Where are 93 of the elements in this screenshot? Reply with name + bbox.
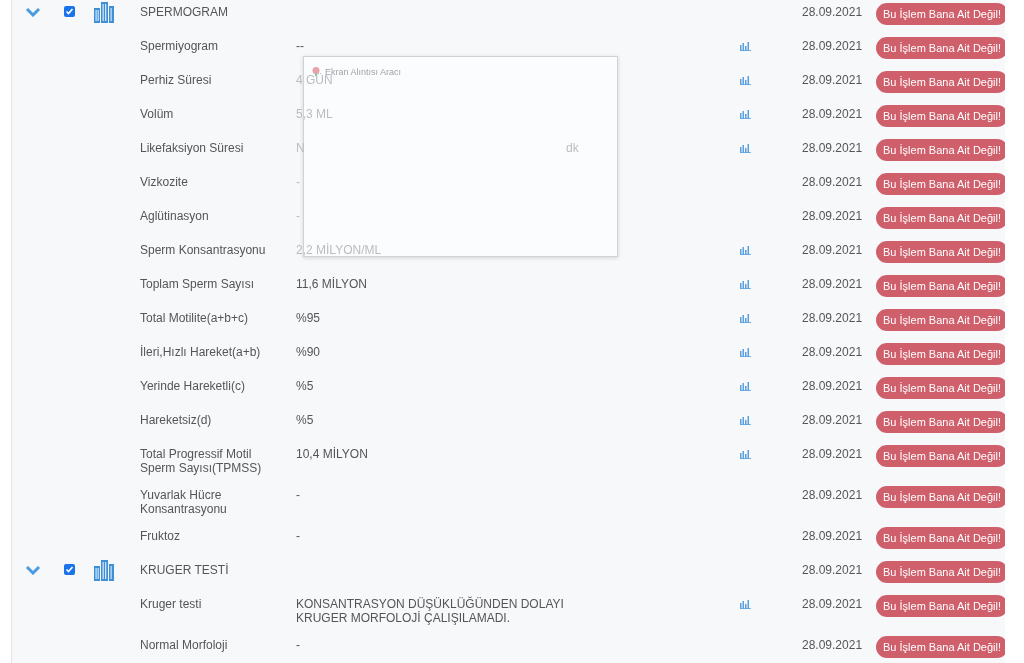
chevron-icon[interactable] [25, 565, 41, 575]
date-text: 28.09.2021 [802, 447, 864, 463]
test-name: Toplam Sperm Sayısı [140, 277, 256, 293]
date-text: 28.09.2021 [802, 175, 864, 191]
result-value: -- [296, 39, 305, 53]
result-value: N [296, 141, 306, 155]
bar-chart-icon[interactable] [740, 42, 751, 51]
test-name: Perhiz Süresi [140, 73, 213, 89]
date-text: 28.09.2021 [802, 413, 864, 429]
bar-chart-icon[interactable] [740, 450, 751, 459]
test-name: Kruger testi [140, 597, 203, 613]
test-name: Yerinde Hareketli(c) [140, 379, 246, 395]
bar-chart-icon[interactable] [740, 314, 751, 323]
test-name: Aglütinasyon [140, 209, 210, 225]
test-name: Yuvarlak Hücre Konsantrasyonu [140, 488, 228, 516]
not-mine-button[interactable]: Bu İşlem Bana Ait Değil! [876, 486, 1005, 508]
date-text: 28.09.2021 [802, 563, 864, 579]
checkbox[interactable] [64, 564, 75, 575]
not-mine-button[interactable]: Bu İşlem Bana Ait Değil! [876, 105, 1005, 127]
test-name: Spermiyogram [140, 39, 220, 55]
test-name: İleri,Hızlı Hareket(a+b) [140, 345, 262, 361]
date-text: 28.09.2021 [802, 209, 864, 225]
building-icon [93, 559, 115, 581]
not-mine-button[interactable]: Bu İşlem Bana Ait Değil! [876, 3, 1005, 25]
date-text: 28.09.2021 [802, 277, 864, 293]
test-name: Fruktoz [140, 529, 181, 545]
not-mine-button[interactable]: Bu İşlem Bana Ait Değil! [876, 377, 1005, 399]
result-value: - [296, 175, 301, 189]
result-value: 5,3 ML [296, 107, 334, 121]
date-text: 28.09.2021 [802, 597, 864, 613]
date-text: 28.09.2021 [802, 107, 864, 123]
date-text: 28.09.2021 [802, 73, 864, 89]
not-mine-button[interactable]: Bu İşlem Bana Ait Değil! [876, 37, 1005, 59]
bar-chart-icon[interactable] [740, 382, 751, 391]
bar-chart-icon[interactable] [740, 110, 751, 119]
test-name: Volüm [140, 107, 175, 123]
not-mine-button[interactable]: Bu İşlem Bana Ait Değil! [876, 561, 1005, 583]
date-text: 28.09.2021 [802, 345, 864, 361]
date-text: 28.09.2021 [802, 488, 864, 504]
not-mine-button[interactable]: Bu İşlem Bana Ait Değil! [876, 71, 1005, 93]
result-value: %5 [296, 413, 315, 427]
not-mine-button[interactable]: Bu İşlem Bana Ait Değil! [876, 445, 1005, 467]
date-text: 28.09.2021 [802, 5, 864, 21]
result-value: - [296, 638, 301, 652]
bar-chart-icon[interactable] [740, 416, 751, 425]
not-mine-button[interactable]: Bu İşlem Bana Ait Değil! [876, 275, 1005, 297]
not-mine-button[interactable]: Bu İşlem Bana Ait Değil! [876, 343, 1005, 365]
test-name: Hareketsiz(d) [140, 413, 213, 429]
result-value: 4 GÜN [296, 73, 333, 87]
not-mine-button[interactable]: Bu İşlem Bana Ait Değil! [876, 595, 1005, 617]
result-value: - [296, 529, 301, 543]
test-name: Sperm Konsantrasyonu [140, 243, 267, 259]
bar-chart-icon[interactable] [740, 76, 751, 85]
result-value: KONSANTRASYON DÜŞÜKLÜĞÜNDEN DOLAYI KRUGER MORFOLOJİ ÇALIŞILAMADI. [296, 597, 565, 625]
group-title: SPERMOGRAM [140, 5, 229, 21]
test-name: Total Motilite(a+b+c) [140, 311, 250, 327]
test-name: Likefaksiyon Süresi [140, 141, 245, 157]
result-value: 11,6 MİLYON [296, 277, 368, 291]
test-name: Vizkozite [140, 175, 189, 191]
bar-chart-icon[interactable] [740, 246, 751, 255]
not-mine-button[interactable]: Bu İşlem Bana Ait Değil! [876, 241, 1005, 263]
result-value: 2,2 MİLYON/ML [296, 243, 383, 257]
result-value: - [296, 209, 301, 223]
not-mine-button[interactable]: Bu İşlem Bana Ait Değil! [876, 411, 1005, 433]
result-value: %5 [296, 379, 315, 393]
not-mine-button[interactable]: Bu İşlem Bana Ait Değil! [876, 173, 1005, 195]
test-name: Total Progressif Motil Sperm Sayısı(TPMSS) [140, 447, 263, 475]
test-name: Normal Morfoloji [140, 638, 229, 654]
not-mine-button[interactable]: Bu İşlem Bana Ait Değil! [876, 207, 1005, 229]
not-mine-button[interactable]: Bu İşlem Bana Ait Değil! [876, 309, 1005, 331]
bar-chart-icon[interactable] [740, 348, 751, 357]
result-value: %90 [296, 345, 322, 359]
bar-chart-icon[interactable] [740, 280, 751, 289]
date-text: 28.09.2021 [802, 379, 864, 395]
unit-label: dk [566, 141, 579, 155]
date-text: 28.09.2021 [802, 243, 864, 259]
checkbox[interactable] [64, 6, 75, 17]
date-text: 28.09.2021 [802, 39, 864, 55]
result-value: 10,4 MİLYON [296, 447, 369, 461]
not-mine-button[interactable]: Bu İşlem Bana Ait Değil! [876, 636, 1005, 658]
group-title: KRUGER TESTİ [140, 563, 230, 579]
not-mine-button[interactable]: Bu İşlem Bana Ait Değil! [876, 527, 1005, 549]
date-text: 28.09.2021 [802, 638, 864, 654]
bar-chart-icon[interactable] [740, 144, 751, 153]
not-mine-button[interactable]: Bu İşlem Bana Ait Değil! [876, 139, 1005, 161]
chevron-icon[interactable] [25, 7, 41, 17]
date-text: 28.09.2021 [802, 311, 864, 327]
date-text: 28.09.2021 [802, 529, 864, 545]
bar-chart-icon[interactable] [740, 600, 751, 609]
date-text: 28.09.2021 [802, 141, 864, 157]
result-value: - [296, 488, 301, 502]
result-value: %95 [296, 311, 322, 325]
building-icon [93, 1, 115, 23]
